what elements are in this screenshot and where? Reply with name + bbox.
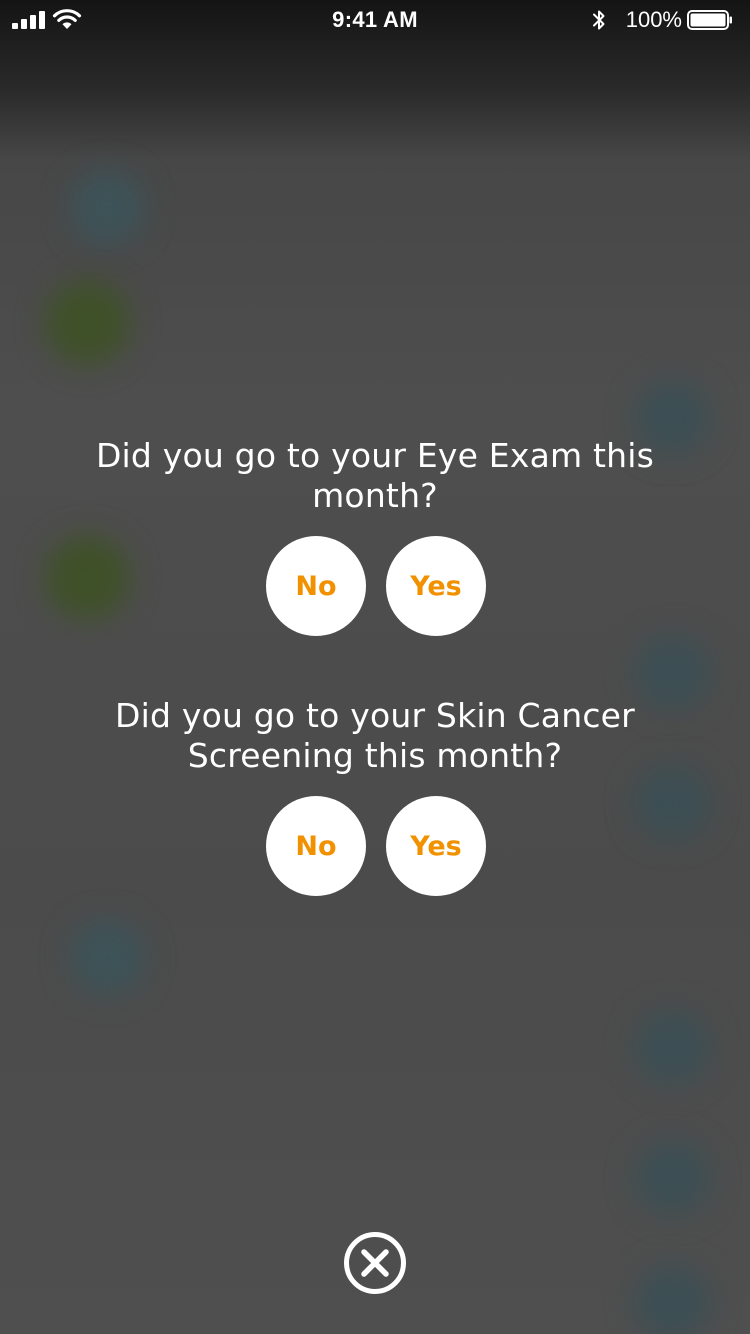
battery-percent: 100% <box>625 7 682 32</box>
eye-exam-yes-button[interactable]: Yes <box>386 536 486 636</box>
skin-screening-yes-button[interactable]: Yes <box>386 796 486 896</box>
modal-screen: 9:41 AM 100% Did you go to your Eye Exam… <box>0 0 750 1334</box>
eye-exam-no-button[interactable]: No <box>266 536 366 636</box>
skin-screening-no-button[interactable]: No <box>266 796 366 896</box>
wifi-icon <box>52 9 82 29</box>
cellular-signal-icon <box>12 11 46 29</box>
status-time: 9:41 AM <box>332 7 418 32</box>
status-bar: 9:41 AM 100% <box>0 0 750 40</box>
bluetooth-icon <box>593 10 605 30</box>
close-circle-icon[interactable] <box>343 1231 407 1295</box>
question-skin-cancer-screening: Did you go to your Skin Cancer Screening… <box>115 696 635 775</box>
question-eye-exam: Did you go to your Eye Exam this month? <box>95 436 655 515</box>
battery-icon <box>687 10 732 30</box>
